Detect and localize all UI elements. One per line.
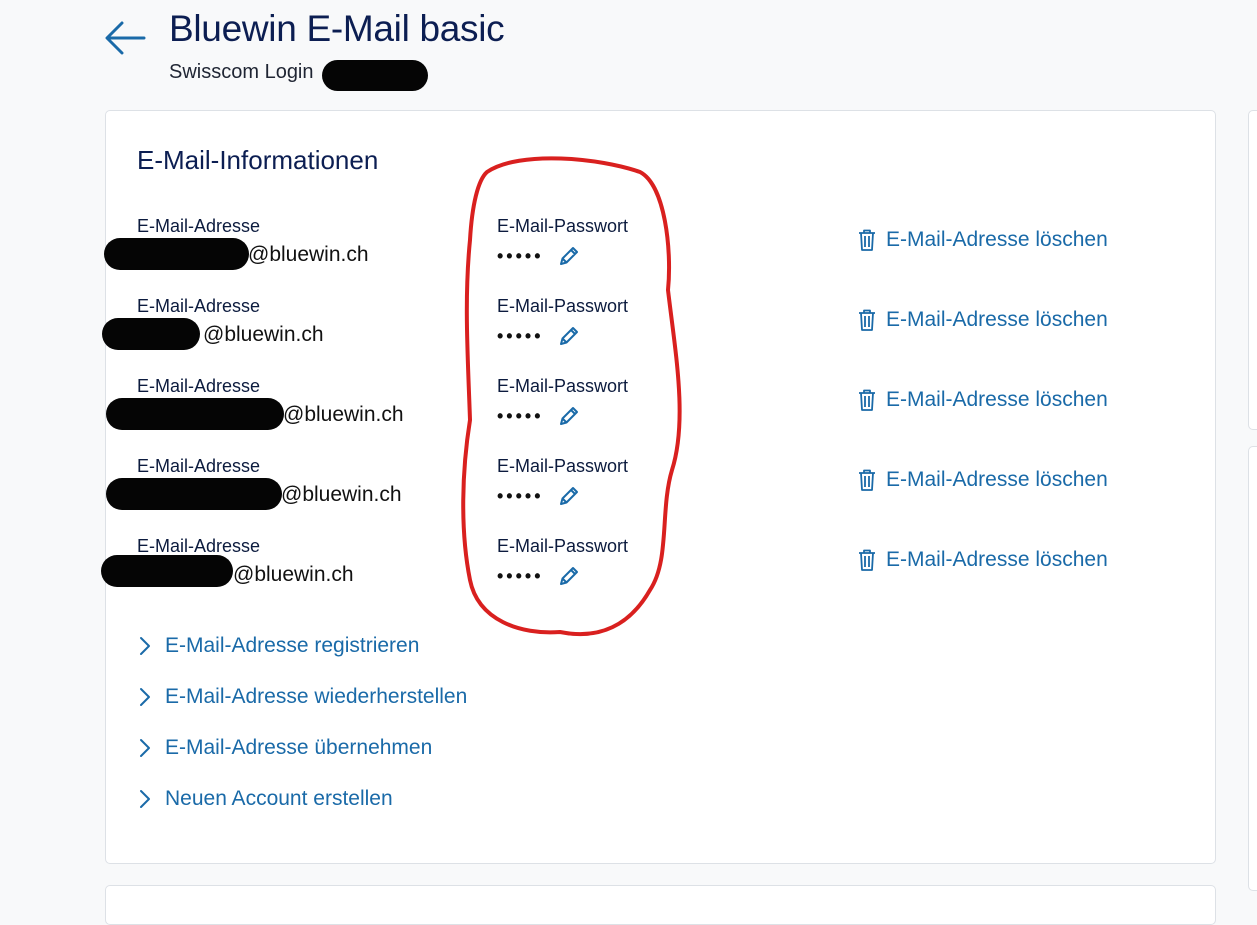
email-address-label: E-Mail-Adresse (137, 376, 261, 396)
action-link-label: E-Mail-Adresse wiederherstellen (165, 685, 468, 708)
delete-email-button[interactable]: E-Mail-Adresse löschen (858, 305, 1108, 335)
pencil-icon[interactable] (557, 564, 581, 588)
pencil-icon[interactable] (557, 324, 581, 348)
action-link[interactable]: E-Mail-Adresse wiederherstellen (139, 682, 467, 712)
action-link[interactable]: E-Mail-Adresse übernehmen (139, 733, 432, 763)
redaction-mark (102, 318, 200, 350)
delete-email-label: E-Mail-Adresse löschen (886, 228, 1108, 251)
trash-icon (859, 549, 875, 571)
email-password-label: E-Mail-Passwort (497, 296, 629, 316)
delete-email-button[interactable]: E-Mail-Adresse löschen (858, 385, 1108, 415)
email-password-label: E-Mail-Passwort (497, 216, 629, 236)
delete-email-button[interactable]: E-Mail-Adresse löschen (858, 545, 1108, 575)
side-panel (1248, 110, 1257, 430)
email-address-label: E-Mail-Adresse (137, 536, 261, 556)
delete-email-button[interactable]: E-Mail-Adresse löschen (858, 465, 1108, 495)
delete-email-button[interactable]: E-Mail-Adresse löschen (858, 225, 1108, 255)
email-account-row: E-Mail-Adresse @bluewin.ch E-Mail-Passwo… (101, 531, 1215, 611)
trash-icon (859, 469, 875, 491)
pencil-icon[interactable] (557, 244, 581, 268)
email-domain: @bluewin.ch (248, 243, 369, 266)
redaction-mark (106, 398, 284, 430)
redaction-mark (104, 238, 249, 270)
email-address-label: E-Mail-Adresse (137, 296, 261, 316)
password-mask: ••••• (497, 326, 544, 346)
password-mask: ••••• (497, 566, 544, 586)
delete-email-label: E-Mail-Adresse löschen (886, 548, 1108, 571)
side-panel (1248, 446, 1257, 891)
password-mask: ••••• (497, 406, 544, 426)
email-password-label: E-Mail-Passwort (497, 376, 629, 396)
trash-icon (859, 309, 875, 331)
section-title: E-Mail-Informationen (137, 145, 379, 175)
redaction-mark (101, 555, 233, 587)
email-password-label: E-Mail-Passwort (497, 536, 629, 556)
trash-icon (859, 389, 875, 411)
next-card (105, 885, 1216, 925)
action-link[interactable]: E-Mail-Adresse registrieren (139, 631, 419, 661)
trash-icon (859, 229, 875, 251)
redaction-mark (322, 60, 428, 91)
delete-email-label: E-Mail-Adresse löschen (886, 388, 1108, 411)
email-password-label: E-Mail-Passwort (497, 456, 629, 476)
chevron-right-icon (140, 688, 150, 706)
email-address-label: E-Mail-Adresse (137, 216, 261, 236)
chevron-right-icon (140, 790, 150, 808)
page-title: Bluewin E-Mail basic (169, 8, 505, 49)
email-domain: @bluewin.ch (203, 323, 324, 346)
chevron-right-icon (140, 637, 150, 655)
email-account-row: E-Mail-Adresse @bluewin.ch E-Mail-Passwo… (102, 291, 1215, 371)
back-arrow-icon[interactable] (104, 20, 146, 56)
email-account-row: E-Mail-Adresse @bluewin.ch E-Mail-Passwo… (106, 371, 1215, 451)
delete-email-label: E-Mail-Adresse löschen (886, 308, 1108, 331)
delete-email-label: E-Mail-Adresse löschen (886, 468, 1108, 491)
action-link-label: Neuen Account erstellen (165, 787, 393, 810)
chevron-right-icon (140, 739, 150, 757)
email-domain: @bluewin.ch (281, 483, 402, 506)
redaction-mark (106, 478, 282, 510)
pencil-icon[interactable] (557, 404, 581, 428)
email-domain: @bluewin.ch (283, 403, 404, 426)
password-mask: ••••• (497, 246, 544, 266)
password-mask: ••••• (497, 486, 544, 506)
login-subtitle: Swisscom Login (169, 61, 314, 83)
email-account-row: E-Mail-Adresse @bluewin.ch E-Mail-Passwo… (106, 451, 1215, 531)
email-info-card: E-Mail-Informationen E-Mail-Adresse @blu… (101, 110, 1216, 864)
pencil-icon[interactable] (557, 484, 581, 508)
email-domain: @bluewin.ch (233, 563, 354, 586)
action-link-label: E-Mail-Adresse registrieren (165, 634, 420, 657)
action-link[interactable]: Neuen Account erstellen (139, 784, 393, 814)
action-link-label: E-Mail-Adresse übernehmen (165, 736, 433, 759)
email-address-label: E-Mail-Adresse (137, 456, 261, 476)
email-account-row: E-Mail-Adresse @bluewin.ch E-Mail-Passwo… (104, 211, 1215, 291)
